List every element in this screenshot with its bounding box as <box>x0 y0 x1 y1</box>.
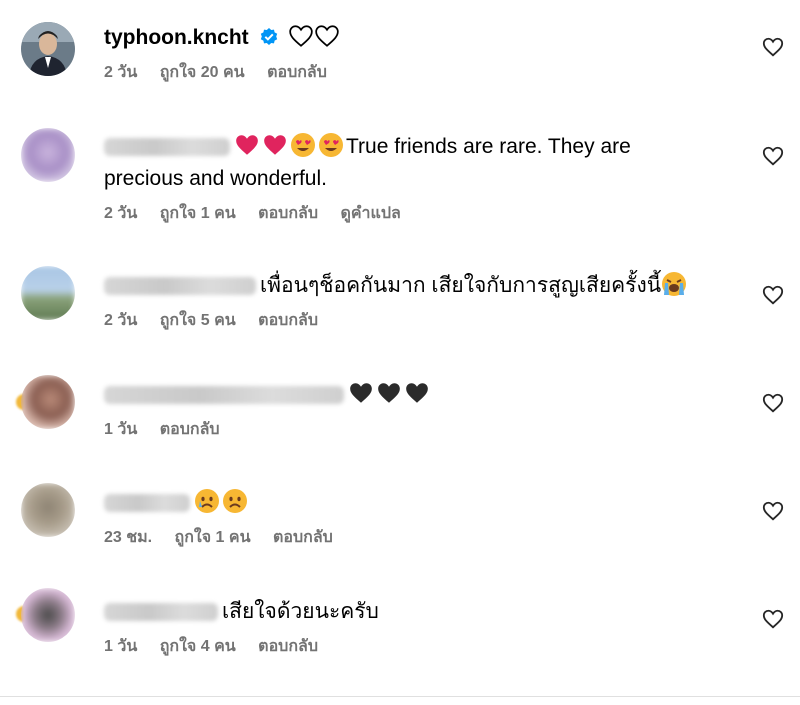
comment-meta: 1 วัน ตอบกลับ <box>104 417 724 442</box>
reply-button[interactable]: ตอบกลับ <box>258 638 318 655</box>
comment-time: 2 วัน <box>104 64 138 81</box>
comment-time: 2 วัน <box>104 312 138 329</box>
comment-text: เสียใจด้วยนะครับ <box>222 600 379 623</box>
comment-meta: 2 วัน ถูกใจ 5 คน ตอบกลับ <box>104 308 724 333</box>
blurred-username[interactable] <box>104 603 218 622</box>
comment-likes[interactable]: ถูกใจ 4 คน <box>160 638 236 655</box>
comment-likes[interactable]: ถูกใจ 1 คน <box>160 205 236 222</box>
emoji-red-heart-icon <box>262 135 290 158</box>
comment-username[interactable]: typhoon.kncht <box>104 26 249 49</box>
heart-outline-emoji-icon <box>289 25 314 47</box>
comment-likes[interactable]: ถูกใจ 20 คน <box>160 64 245 81</box>
emoji-loudly-crying-icon <box>661 272 689 297</box>
comment-time: 1 วัน <box>104 421 138 438</box>
reply-button[interactable]: ตอบกลับ <box>258 205 318 222</box>
like-heart-icon[interactable] <box>762 500 784 522</box>
comment-text-continued: precious and wonderful. <box>104 167 327 190</box>
like-heart-icon[interactable] <box>762 36 784 58</box>
blurred-username[interactable] <box>104 277 256 296</box>
avatar[interactable] <box>21 266 75 320</box>
like-heart-icon[interactable] <box>762 608 784 630</box>
comment-meta: 23 ชม. ถูกใจ 1 คน ตอบกลับ <box>104 525 724 550</box>
see-translation-button[interactable]: ดูคำแปล <box>340 205 400 222</box>
verified-badge-icon <box>260 28 277 45</box>
comment-likes[interactable]: ถูกใจ 5 คน <box>160 312 236 329</box>
reply-button[interactable]: ตอบกลับ <box>273 529 333 546</box>
blurred-username[interactable] <box>104 386 344 405</box>
heart-outline-emoji-icon <box>315 25 340 47</box>
comment-meta: 2 วัน ถูกใจ 20 คน ตอบกลับ <box>104 60 724 85</box>
like-heart-icon[interactable] <box>762 145 784 167</box>
avatar[interactable] <box>21 483 75 537</box>
reply-button[interactable]: ตอบกลับ <box>267 64 327 81</box>
comment-time: 2 วัน <box>104 205 138 222</box>
emoji-heart-eyes-icon <box>290 133 318 158</box>
emoji-sad-face-icon <box>194 489 222 514</box>
comment-time: 23 ชม. <box>104 529 153 546</box>
emoji-sad-face-icon <box>222 489 250 514</box>
like-heart-icon[interactable] <box>762 392 784 414</box>
comment-meta: 2 วัน ถูกใจ 1 คน ตอบกลับ ดูคำแปล <box>104 201 724 226</box>
comment-text: เพื่อนๆช็อคกันมาก เสียใจกับการสูญเสียครั… <box>260 274 662 297</box>
reply-button[interactable]: ตอบกลับ <box>160 421 220 438</box>
emoji-red-heart-icon <box>234 135 262 158</box>
emoji-black-heart-icon <box>404 383 432 406</box>
comment-meta: 1 วัน ถูกใจ 4 คน ตอบกลับ <box>104 634 724 659</box>
comment-likes[interactable]: ถูกใจ 1 คน <box>175 529 251 546</box>
emoji-black-heart-icon <box>376 383 404 406</box>
comment-text: True friends are rare. They are <box>346 135 631 158</box>
reply-button[interactable]: ตอบกลับ <box>258 312 318 329</box>
divider <box>0 696 800 697</box>
blurred-username[interactable] <box>104 138 230 157</box>
like-heart-icon[interactable] <box>762 284 784 306</box>
emoji-black-heart-icon <box>348 383 376 406</box>
emoji-heart-eyes-icon <box>318 133 346 158</box>
avatar[interactable] <box>21 588 75 642</box>
comment-time: 1 วัน <box>104 638 138 655</box>
avatar[interactable] <box>21 22 75 76</box>
avatar[interactable] <box>21 375 75 429</box>
avatar[interactable] <box>21 128 75 182</box>
blurred-username[interactable] <box>104 494 190 513</box>
